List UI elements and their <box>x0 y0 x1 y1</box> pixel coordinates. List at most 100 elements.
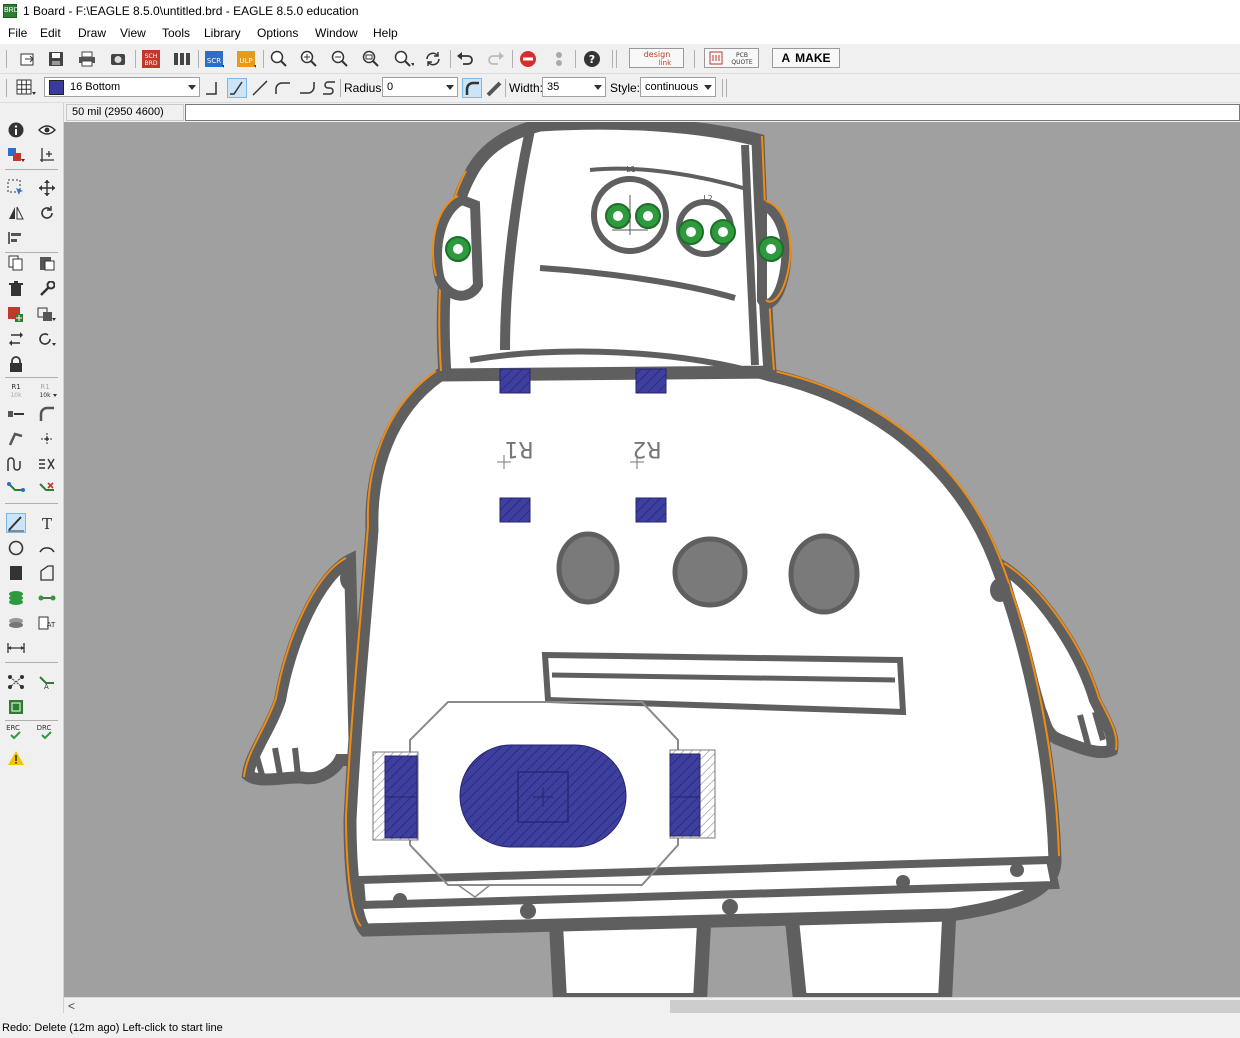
wire-bend-s-icon[interactable] <box>319 78 339 98</box>
radius-combo[interactable]: 0 <box>382 77 458 97</box>
text-icon[interactable]: T <box>37 513 57 533</box>
split-ripup-icon[interactable] <box>37 454 57 474</box>
style-select[interactable]: continuous <box>640 77 716 97</box>
script-button[interactable]: SCR <box>204 49 224 69</box>
undo-icon[interactable] <box>455 49 475 69</box>
command-input[interactable] <box>185 104 1240 121</box>
hole-icon[interactable] <box>6 613 26 633</box>
rotate-group-icon[interactable] <box>37 329 57 349</box>
redraw-icon[interactable] <box>423 49 443 69</box>
zoom-in-icon[interactable] <box>299 49 319 69</box>
rectangle-icon[interactable] <box>6 563 26 583</box>
menu-bar: File Edit Draw View Tools Library Option… <box>0 22 1240 44</box>
library-icon[interactable] <box>172 49 192 69</box>
zoom-select-icon[interactable] <box>361 49 381 69</box>
route-icon[interactable] <box>6 479 26 499</box>
menu-options[interactable]: Options <box>257 26 298 40</box>
menu-tools[interactable]: Tools <box>162 26 190 40</box>
rotate-icon[interactable] <box>37 203 57 223</box>
redo-icon[interactable] <box>486 49 506 69</box>
board-canvas[interactable]: R1 R2 L1 L2 <box>64 122 1240 997</box>
polygon-icon[interactable] <box>37 563 57 583</box>
split-icon[interactable] <box>6 429 26 449</box>
warning-icon[interactable] <box>6 748 26 768</box>
info-icon[interactable] <box>6 120 26 140</box>
menu-help[interactable]: Help <box>373 26 398 40</box>
add-part-icon[interactable] <box>6 304 26 324</box>
scroll-left-icon[interactable]: < <box>68 999 75 1013</box>
menu-window[interactable]: Window <box>315 26 358 40</box>
change-icon[interactable] <box>37 279 57 299</box>
align-icon[interactable] <box>6 228 26 248</box>
cam-processor-icon[interactable] <box>108 49 128 69</box>
go-icon[interactable] <box>549 49 569 69</box>
wire-bend-90-icon[interactable] <box>203 78 223 98</box>
save-icon[interactable] <box>46 49 66 69</box>
circle-icon[interactable] <box>6 538 26 558</box>
swap-icon[interactable] <box>6 329 26 349</box>
pcb-quote-button[interactable]: PCB QUOTE <box>704 48 759 68</box>
menu-library[interactable]: Library <box>204 26 241 40</box>
mirror-icon[interactable] <box>6 203 26 223</box>
sch-brd-switch-button[interactable]: SCH BRD <box>141 49 161 69</box>
menu-view[interactable]: View <box>120 26 146 40</box>
window-title: 1 Board - F:\EAGLE 8.5.0\untitled.brd - … <box>23 4 359 18</box>
zoom-fit-icon[interactable] <box>269 49 289 69</box>
drc-board-icon[interactable] <box>6 697 26 717</box>
wire-bend-arc-icon[interactable] <box>273 78 293 98</box>
zoom-out-icon[interactable] <box>330 49 350 69</box>
scroll-thumb[interactable] <box>670 1000 1240 1013</box>
show-eye-icon[interactable] <box>37 120 57 140</box>
miter-icon[interactable] <box>37 404 57 424</box>
replace-icon[interactable] <box>37 304 57 324</box>
ulp-button[interactable]: ULP <box>236 49 256 69</box>
via-icon[interactable] <box>6 588 26 608</box>
autorouter-icon[interactable]: A <box>37 672 57 692</box>
optimize-icon[interactable] <box>37 429 57 449</box>
paste-icon[interactable] <box>37 253 57 273</box>
board-outline <box>241 122 1119 997</box>
make-button[interactable]: A MAKE <box>772 48 840 68</box>
dimension-icon[interactable] <box>6 638 26 658</box>
help-icon[interactable]: ? <box>582 49 602 69</box>
svg-text:design: design <box>643 50 670 59</box>
attribute-icon[interactable]: AT <box>37 613 57 633</box>
line-tool-icon[interactable] <box>6 513 26 533</box>
wire-bend-curve-icon[interactable] <box>297 78 317 98</box>
mark-origin-icon[interactable] <box>37 145 57 165</box>
smash-icon[interactable] <box>6 404 26 424</box>
delete-icon[interactable] <box>6 279 26 299</box>
menu-file[interactable]: File <box>8 26 27 40</box>
value-icon[interactable]: R1 10k <box>37 380 57 400</box>
ripup-icon[interactable] <box>37 479 57 499</box>
grid-icon[interactable] <box>16 78 36 98</box>
name-icon[interactable]: R1 10k <box>6 380 26 400</box>
signal-icon[interactable] <box>37 588 57 608</box>
layer-select[interactable]: 16 Bottom <box>44 77 200 97</box>
group-select-icon[interactable] <box>6 178 26 198</box>
lock-icon[interactable] <box>6 354 26 374</box>
drc-check-icon[interactable]: DRC <box>37 722 57 742</box>
ratsnest-icon[interactable] <box>6 672 26 692</box>
status-text: Redo: Delete (12m ago) Left-click to sta… <box>2 1022 223 1034</box>
stop-icon[interactable] <box>518 49 538 69</box>
width-combo[interactable]: 35 <box>542 77 606 97</box>
erc-check-icon[interactable]: ERC <box>6 722 26 742</box>
round-cap-icon[interactable] <box>462 78 482 98</box>
menu-edit[interactable]: Edit <box>40 26 61 40</box>
autodesk-logo-icon: A <box>781 51 791 65</box>
meander-icon[interactable] <box>6 454 26 474</box>
copy-icon[interactable] <box>6 253 26 273</box>
arc-icon[interactable] <box>37 538 57 558</box>
flat-cap-icon[interactable] <box>484 78 504 98</box>
print-icon[interactable] <box>77 49 97 69</box>
wire-bend-straight-icon[interactable] <box>250 78 270 98</box>
zoom-previous-icon[interactable] <box>394 49 414 69</box>
move-icon[interactable] <box>37 178 57 198</box>
design-link-button[interactable]: design link <box>629 48 684 68</box>
layer-settings-icon[interactable] <box>6 145 26 165</box>
menu-draw[interactable]: Draw <box>78 26 106 40</box>
horizontal-scrollbar[interactable]: < <box>64 997 1240 1015</box>
wire-bend-45-icon[interactable] <box>227 78 247 98</box>
open-icon[interactable] <box>18 49 38 69</box>
